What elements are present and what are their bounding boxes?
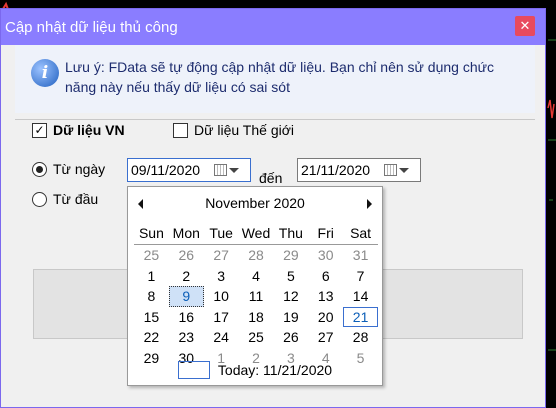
to-label: đến: [259, 170, 283, 186]
world-data-label: Dữ liệu Thế giới: [194, 122, 295, 138]
calendar-day[interactable]: 6: [308, 266, 343, 287]
calendar-month-title[interactable]: November 2020: [128, 195, 382, 211]
calendar-day[interactable]: 20: [308, 307, 343, 328]
calendar-day[interactable]: 19: [273, 307, 308, 328]
from-start-radio[interactable]: Từ đầu: [32, 191, 98, 207]
weekday-label: Wed: [241, 225, 271, 241]
calendar-day[interactable]: 24: [204, 327, 239, 348]
calendar-day[interactable]: 30: [308, 245, 343, 266]
calendar-day[interactable]: 25: [239, 327, 274, 348]
calendar-day[interactable]: 1: [134, 266, 169, 287]
calendar-day[interactable]: 22: [134, 327, 169, 348]
checkbox-checked-icon: ✓: [32, 122, 47, 138]
calendar-day[interactable]: 11: [239, 286, 274, 307]
calendar-day[interactable]: 27: [204, 245, 239, 266]
calendar-icon: [214, 164, 227, 176]
calendar-day[interactable]: 14: [343, 286, 378, 307]
today-marker: [177, 361, 210, 379]
calendar-day[interactable]: 26: [273, 327, 308, 348]
calendar-day[interactable]: 4: [239, 266, 274, 287]
weekday-label: Fri: [317, 225, 334, 241]
radio-selected-icon: [32, 161, 47, 177]
from-start-label: Từ đầu: [53, 191, 99, 207]
checkbox-unchecked-icon: [173, 122, 188, 138]
chevron-down-icon: [399, 167, 409, 173]
close-icon: ✕: [519, 18, 531, 33]
weekday-label: Sat: [350, 225, 372, 241]
to-date-value[interactable]: 21/11/2020: [298, 162, 382, 178]
calendar-day[interactable]: 3: [204, 266, 239, 287]
weekday-label: Tue: [209, 225, 233, 241]
calendar-day[interactable]: 7: [343, 266, 378, 287]
notice-panel: i Lưu ý: FData sẽ tự động cập nhật dữ li…: [15, 45, 535, 113]
from-date-picker[interactable]: 09/11/2020: [127, 158, 251, 182]
calendar-day[interactable]: 8: [134, 286, 169, 307]
calendar-week-row: 22 23 24 25 26 27 28: [134, 327, 378, 348]
calendar-week-row: 25 26 27 28 29 30 31: [134, 245, 378, 266]
calendar-grid: Sun Mon Tue Wed Thu Fri Sat 25 26 27 28 29 30 31 1 2 3 4…: [134, 223, 378, 368]
calendar-day[interactable]: 5: [273, 266, 308, 287]
weekday-header-row: Sun Mon Tue Wed Thu Fri Sat: [134, 223, 378, 245]
calendar-weeks: 25 26 27 28 29 30 31 1 2 3 4 5 6 7 8 9 10 11 12 13 14 15 16 17 1…: [134, 245, 378, 368]
calendar-week-row: 1234567: [134, 266, 378, 287]
chevron-down-icon: [229, 167, 239, 173]
calendar-day[interactable]: 21: [343, 306, 378, 327]
calendar-day[interactable]: 16: [169, 307, 204, 328]
calendar-day[interactable]: 31: [343, 245, 378, 266]
vn-data-checkbox[interactable]: ✓ Dữ liệu VN: [32, 122, 125, 138]
calendar-icon: [384, 164, 397, 176]
calendar-day[interactable]: 10: [204, 286, 239, 307]
title-bar[interactable]: Cập nhật dữ liệu thủ công: [1, 9, 545, 45]
calendar-week-row: 8 9 10 11 12 13 14: [134, 286, 378, 307]
to-date-dropdown-button[interactable]: [382, 164, 409, 176]
calendar-day[interactable]: 17: [204, 307, 239, 328]
calendar-day[interactable]: 25: [134, 245, 169, 266]
calendar-day[interactable]: 13: [308, 286, 343, 307]
calendar-day[interactable]: 12: [273, 286, 308, 307]
today-label[interactable]: Today: 11/21/2020: [218, 362, 332, 378]
calendar-day[interactable]: 9: [168, 286, 204, 307]
weekday-label: Mon: [172, 225, 200, 241]
weekday-label: Thu: [278, 225, 303, 241]
info-icon: i: [31, 59, 59, 87]
calendar-week-row: 15 16 17 18 19 20 21: [134, 306, 378, 328]
radio-unselected-icon: [32, 191, 47, 207]
to-date-picker[interactable]: 21/11/2020: [297, 158, 421, 182]
calendar-day[interactable]: 23: [169, 327, 204, 348]
next-month-icon[interactable]: [367, 199, 372, 209]
calendar-day[interactable]: 28: [239, 245, 274, 266]
calendar-footer[interactable]: Today: 11/21/2020: [128, 361, 382, 379]
calendar-day[interactable]: 2: [169, 266, 204, 287]
vn-data-label: Dữ liệu VN: [53, 122, 125, 138]
weekday-label: Sun: [138, 225, 164, 241]
calendar-day[interactable]: 27: [308, 327, 343, 348]
calendar-day[interactable]: 29: [273, 245, 308, 266]
from-date-dropdown-button[interactable]: [212, 164, 239, 176]
window-title: Cập nhật dữ liệu thủ công: [5, 18, 178, 36]
calendar-day[interactable]: 26: [169, 245, 204, 266]
calendar-day[interactable]: 18: [239, 307, 274, 328]
from-date-label: Từ ngày: [53, 161, 106, 177]
calendar-dropdown: November 2020 Sun Mon Tue Wed Thu Fri Sat 25 26…: [127, 186, 383, 386]
from-date-value[interactable]: 09/11/2020: [128, 162, 212, 178]
close-button[interactable]: ✕: [515, 16, 535, 36]
from-date-radio[interactable]: Từ ngày: [32, 161, 105, 177]
calendar-day[interactable]: 28: [343, 327, 378, 348]
calendar-header: November 2020: [128, 195, 382, 215]
world-data-checkbox[interactable]: Dữ liệu Thế giới: [173, 122, 294, 138]
calendar-day[interactable]: 15: [134, 307, 169, 328]
divider: [15, 119, 535, 120]
notice-text: Lưu ý: FData sẽ tự động cập nhật dữ liệu…: [65, 59, 494, 95]
